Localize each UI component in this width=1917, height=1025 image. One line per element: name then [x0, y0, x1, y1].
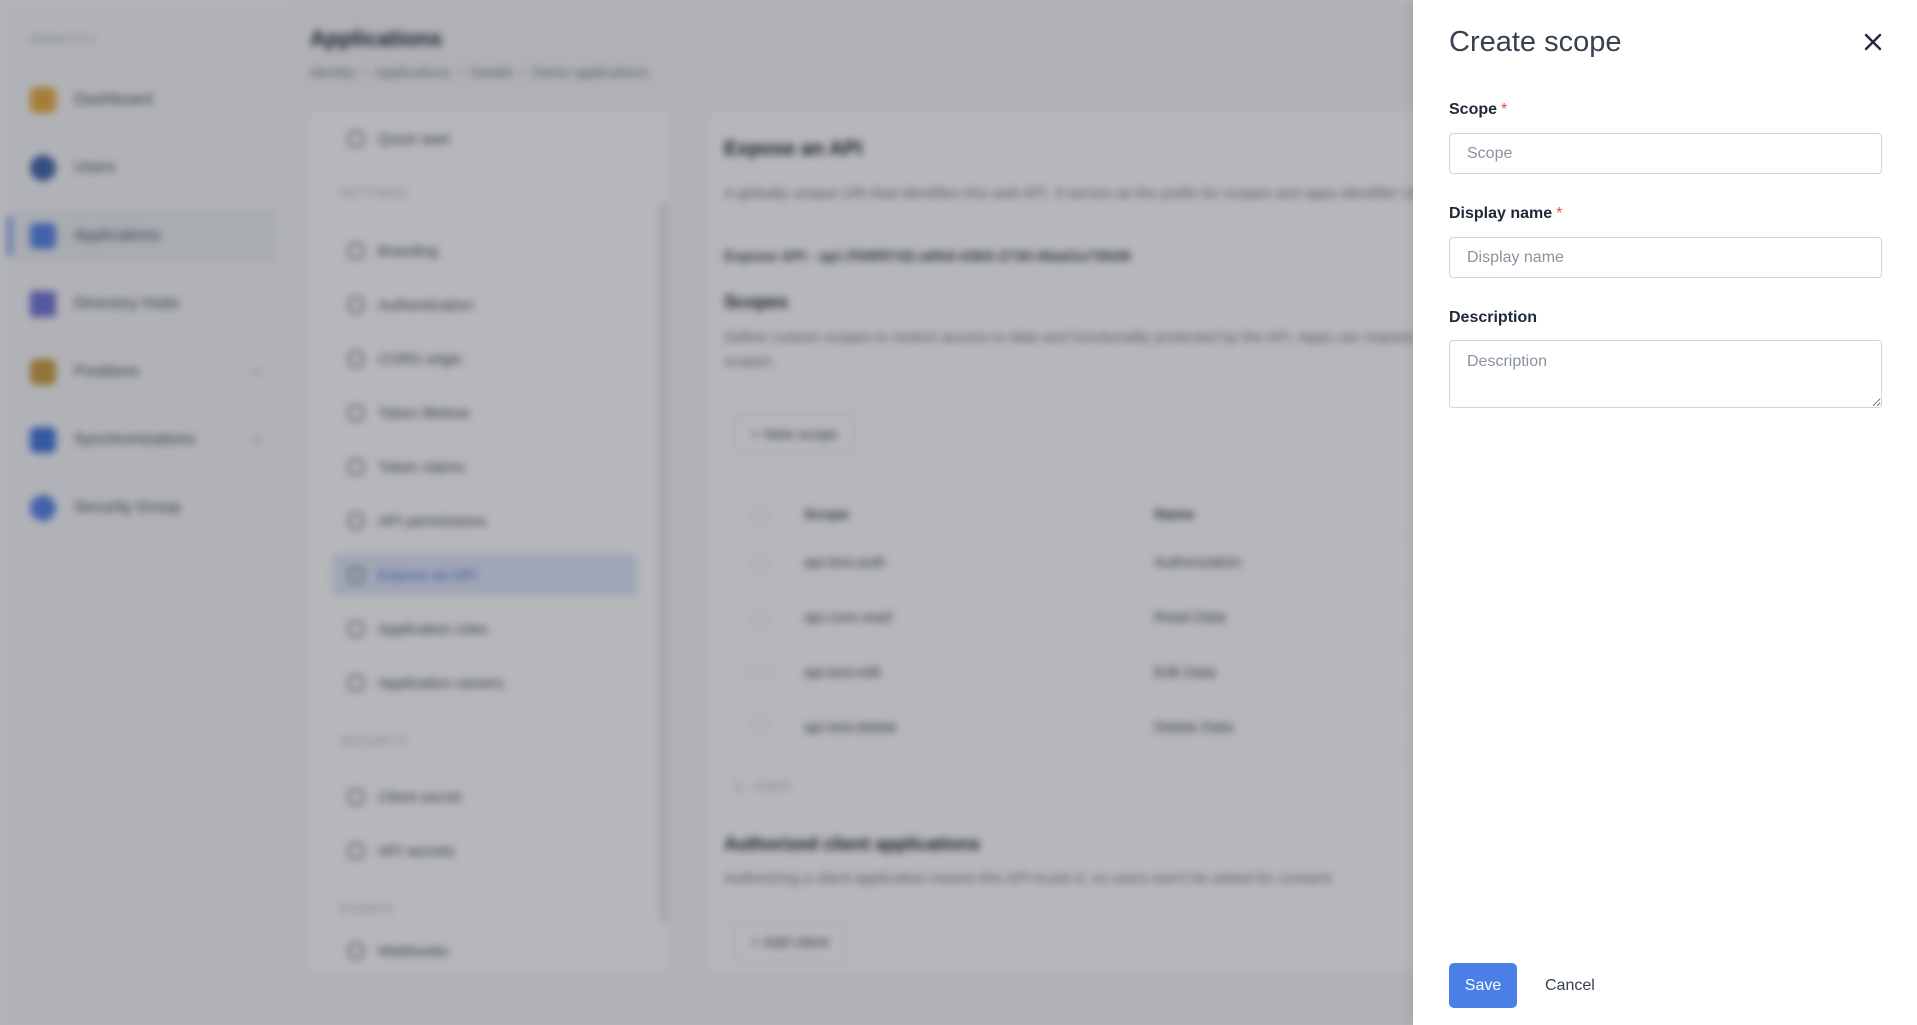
description-label: Description — [1449, 309, 1538, 326]
drawer-title: Create scope — [1449, 26, 1622, 58]
scope-label: Scope * — [1449, 101, 1508, 118]
scope-input[interactable] — [1449, 133, 1882, 174]
save-button[interactable]: Save — [1449, 963, 1517, 1008]
close-icon — [1864, 33, 1882, 51]
required-marker: * — [1556, 205, 1563, 222]
display-name-label: Display name * — [1449, 205, 1563, 222]
create-scope-drawer: Create scope Scope* Display name* Descri… — [1413, 0, 1917, 1025]
cancel-button[interactable]: Cancel — [1533, 963, 1607, 1008]
description-textarea[interactable] — [1449, 340, 1882, 408]
display-name-input[interactable] — [1449, 237, 1882, 278]
required-marker: * — [1501, 101, 1508, 118]
close-button[interactable] — [1857, 26, 1889, 58]
